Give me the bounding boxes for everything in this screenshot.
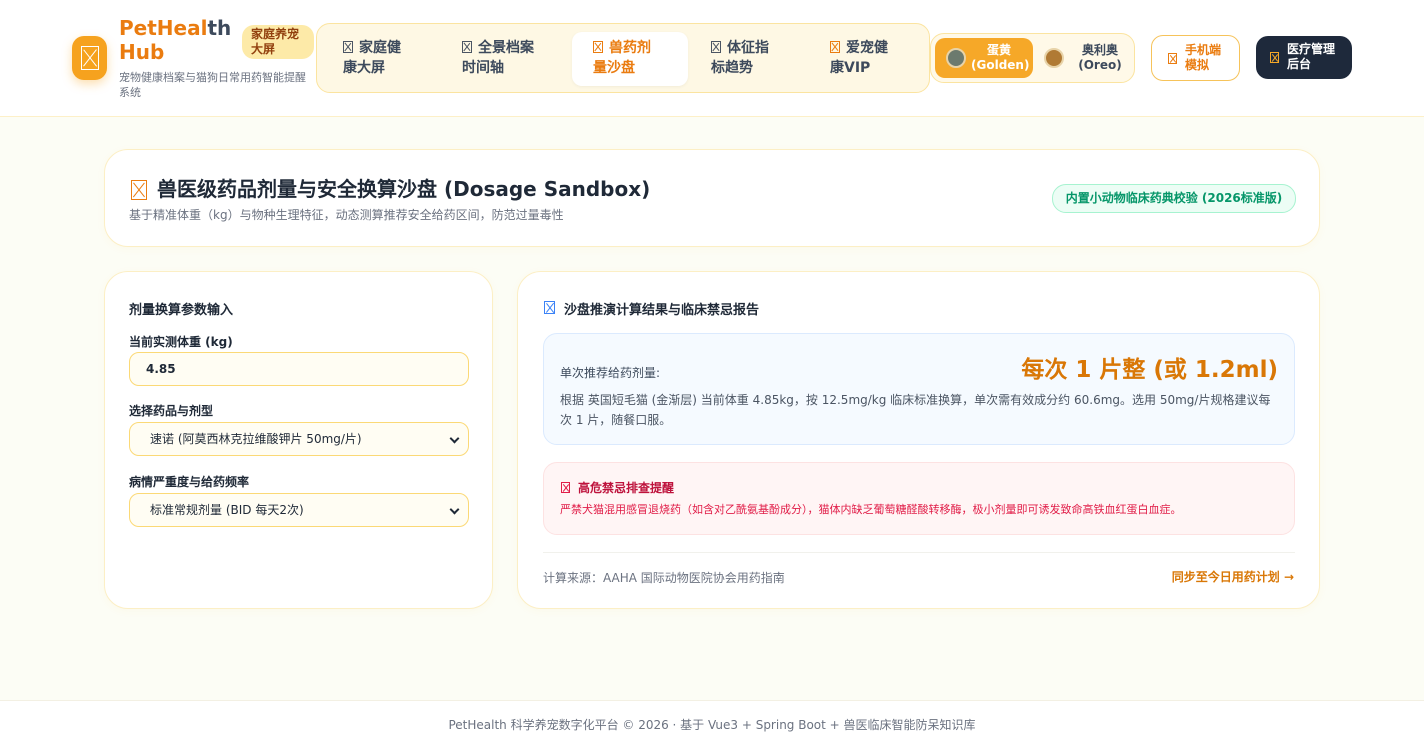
button-label: 手机端 模拟 bbox=[1185, 43, 1221, 73]
chart-icon bbox=[711, 40, 721, 53]
result-section-title: 沙盘推演计算结果与临床禁忌报告 bbox=[564, 303, 760, 318]
dosage-input-card: 剂量换算参数输入 当前实测体重 (kg) 选择药品与剂型 速诺 (阿莫西林克拉维… bbox=[104, 271, 493, 609]
pet-tab-golden[interactable]: 蛋黄 (Golden) bbox=[935, 38, 1033, 78]
brand-part-1: PetHeal bbox=[119, 16, 208, 40]
divider bbox=[543, 552, 1295, 553]
nav-label: 时间轴 bbox=[462, 60, 504, 76]
input-section-title: 剂量换算参数输入 bbox=[129, 303, 234, 318]
label-line: 手机端 bbox=[1185, 43, 1222, 57]
nav-item-vital-trends[interactable]: 体征指标趋势 bbox=[711, 32, 807, 86]
pet-name: 蛋黄 bbox=[986, 43, 1011, 57]
dashboard-icon bbox=[343, 40, 353, 53]
nav-label: 量沙盘 bbox=[593, 60, 635, 76]
warning-title: 高危禁忌排查提醒 bbox=[578, 481, 675, 495]
button-label: 医疗管理 后台 bbox=[1287, 42, 1335, 72]
label-line: 模拟 bbox=[1185, 58, 1210, 72]
nav-label: 康大屏 bbox=[343, 60, 385, 76]
severity-selected-value: 标准常规剂量 (BID 每天2次) bbox=[150, 503, 304, 517]
weight-label: 当前实测体重 (kg) bbox=[129, 335, 233, 349]
brand-name[interactable]: PetHealth Hub bbox=[119, 16, 239, 64]
nav-item-dosage-sandbox[interactable]: 兽药剂量沙盘 bbox=[572, 32, 688, 86]
pet-name: 奥利奥 bbox=[1081, 43, 1118, 57]
weight-input[interactable] bbox=[129, 352, 469, 386]
calculation-source: 计算来源：AAHA 国际动物医院协会用药指南 bbox=[543, 571, 785, 585]
brand-line-2: Hub bbox=[119, 40, 165, 64]
pet-tab-oreo[interactable]: 奥利奥 (Oreo) bbox=[1038, 38, 1130, 78]
avatar bbox=[946, 48, 966, 68]
tagline: 宠物健康档案与猫狗日常用药智能提醒系统 bbox=[119, 71, 306, 99]
main-nav: 家庭健康大屏 全景档案时间轴 兽药剂量沙盘 体征指标趋势 爱宠健康VIP bbox=[316, 23, 930, 93]
sync-to-plan-link[interactable]: 同步至今日用药计划 → bbox=[1172, 568, 1294, 585]
contraindication-warning: 高危禁忌排查提醒 严禁犬猫混用感冒退烧药（如含对乙酰氨基酚成分），猫体内缺乏葡萄… bbox=[543, 462, 1295, 535]
phone-icon bbox=[1168, 53, 1177, 64]
drug-selected-value: 速诺 (阿莫西林克拉维酸钾片 50mg/片) bbox=[150, 432, 362, 446]
nav-label: 康VIP bbox=[830, 60, 871, 76]
severity-label: 病情严重度与给药频率 bbox=[129, 475, 250, 489]
pet-label: 奥利奥 (Oreo) bbox=[1072, 43, 1128, 73]
top-header: PetHealth Hub 家庭养宠大屏 宠物健康档案与猫狗日常用药智能提醒系统… bbox=[0, 0, 1424, 117]
nav-item-timeline[interactable]: 全景档案时间轴 bbox=[462, 32, 566, 86]
report-icon bbox=[544, 301, 555, 314]
chevron-down-icon bbox=[449, 504, 460, 515]
dose-result-box: 单次推荐给药剂量: 每次 1 片整 (或 1.2ml) 根据 英国短毛猫 (金渐… bbox=[543, 333, 1295, 445]
nav-label: 兽药剂 bbox=[609, 40, 651, 56]
warning-description: 严禁犬猫混用感冒退烧药（如含对乙酰氨基酚成分），猫体内缺乏葡萄糖醛酸转移酶，极小… bbox=[560, 503, 1182, 516]
drug-label: 选择药品与剂型 bbox=[129, 404, 214, 418]
nav-label: 标趋势 bbox=[711, 60, 753, 76]
mobile-preview-button[interactable]: 手机端 模拟 bbox=[1151, 35, 1240, 81]
nav-label: 全景档案 bbox=[478, 40, 534, 56]
chevron-down-icon bbox=[449, 433, 460, 444]
severity-select[interactable]: 标准常规剂量 (BID 每天2次) bbox=[129, 493, 469, 527]
nav-item-vip[interactable]: 爱宠健康VIP bbox=[830, 32, 926, 86]
warning-icon bbox=[561, 482, 570, 493]
brand-part-2: th bbox=[207, 16, 232, 40]
page-footer: PetHealth 科学养宠数字化平台 © 2026 · 基于 Vue3 + S… bbox=[0, 700, 1424, 749]
pet-label: 蛋黄 (Golden) bbox=[971, 43, 1030, 73]
avatar bbox=[1044, 48, 1064, 68]
dose-label: 单次推荐给药剂量: bbox=[560, 366, 661, 380]
page-subtitle: 基于精准体重（kg）与物种生理特征，动态测算推荐安全给药区间，防范过量毒性 bbox=[129, 208, 564, 222]
pet-breed: (Oreo) bbox=[1078, 58, 1122, 72]
logo-badge[interactable] bbox=[72, 36, 107, 80]
vip-icon bbox=[830, 40, 840, 53]
page-title: 兽医级药品剂量与安全换算沙盘 (Dosage Sandbox) bbox=[157, 177, 651, 201]
pet-switcher: 蛋黄 (Golden) 奥利奥 (Oreo) bbox=[930, 33, 1135, 83]
label-line: 后台 bbox=[1287, 57, 1312, 71]
timeline-icon bbox=[462, 40, 472, 53]
pet-breed: (Golden) bbox=[971, 58, 1030, 72]
nav-label: 家庭健 bbox=[359, 40, 401, 56]
hospital-icon bbox=[1270, 52, 1279, 63]
dose-value: 每次 1 片整 (或 1.2ml) bbox=[1021, 357, 1278, 383]
paw-icon bbox=[80, 46, 99, 70]
dosage-result-card: 沙盘推演计算结果与临床禁忌报告 单次推荐给药剂量: 每次 1 片整 (或 1.2… bbox=[517, 271, 1320, 609]
pill-icon bbox=[131, 180, 147, 200]
page-header-card: 兽医级药品剂量与安全换算沙盘 (Dosage Sandbox) 基于精准体重（k… bbox=[104, 149, 1320, 247]
admin-console-button[interactable]: 医疗管理 后台 bbox=[1256, 36, 1352, 79]
nav-label: 爱宠健 bbox=[846, 40, 888, 56]
label-line: 医疗管理 bbox=[1287, 42, 1336, 56]
drug-select[interactable]: 速诺 (阿莫西林克拉维酸钾片 50mg/片) bbox=[129, 422, 469, 456]
medicine-icon bbox=[593, 40, 603, 53]
nav-label: 体征指 bbox=[727, 40, 769, 56]
family-badge: 家庭养宠大屏 bbox=[242, 25, 314, 59]
dose-description: 根据 英国短毛猫 (金渐层) 当前体重 4.85kg，按 12.5mg/kg 临… bbox=[560, 393, 1271, 427]
verify-badge: 内置小动物临床药典校验 (2026标准版) bbox=[1052, 184, 1296, 213]
nav-item-family-dashboard[interactable]: 家庭健康大屏 bbox=[343, 32, 439, 86]
